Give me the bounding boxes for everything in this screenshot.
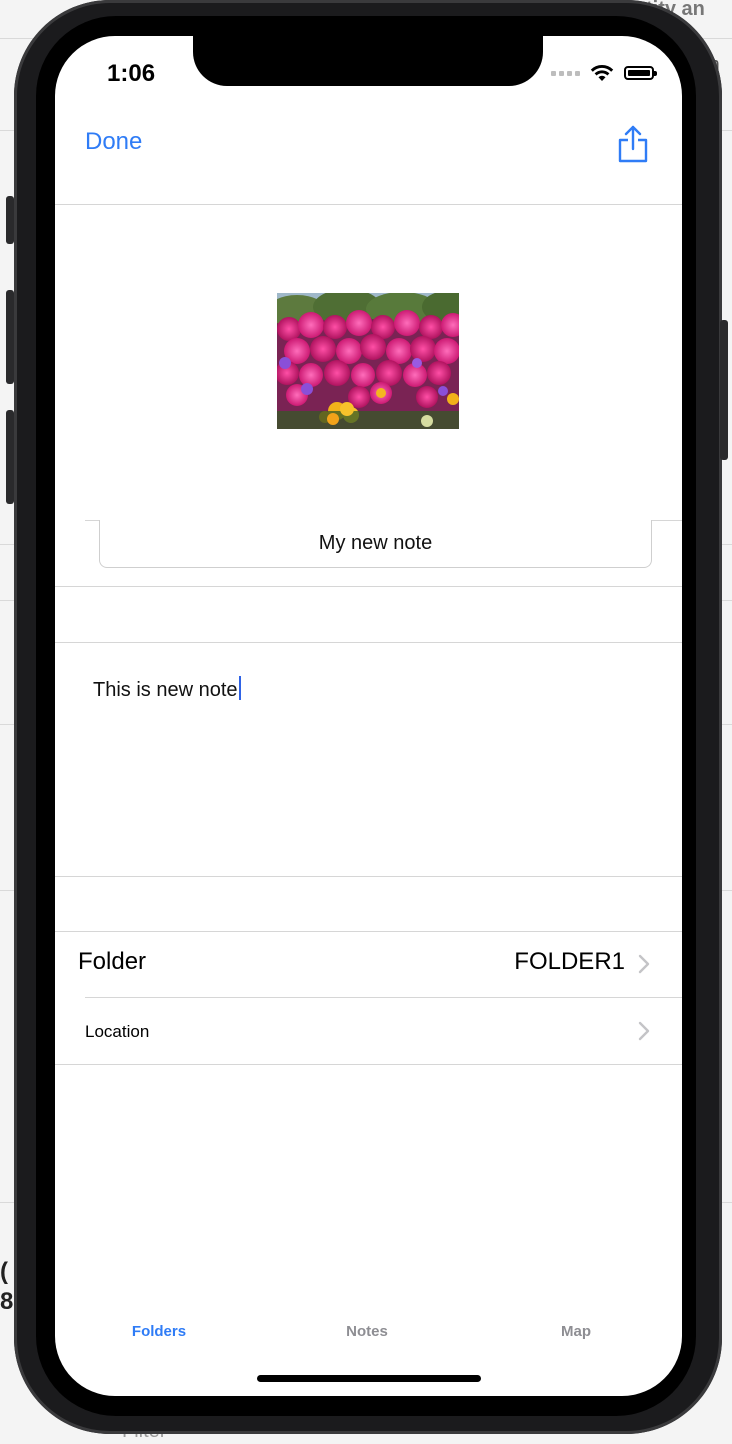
tab-map[interactable]: Map — [561, 1323, 591, 1340]
background-text: 8 — [0, 1288, 14, 1315]
done-button[interactable]: Done — [85, 128, 142, 156]
note-title-field[interactable]: My new note — [99, 520, 652, 568]
battery-icon — [624, 66, 657, 80]
tab-folders[interactable]: Folders — [132, 1323, 186, 1340]
volume-down-button — [6, 410, 14, 504]
volume-up-button — [6, 290, 14, 384]
mute-switch — [6, 196, 14, 244]
status-icons — [551, 64, 657, 82]
note-photo[interactable] — [277, 293, 459, 429]
chevron-right-icon — [638, 1021, 650, 1041]
section-separator — [55, 586, 682, 587]
background-text: ( — [0, 1258, 8, 1285]
status-time: 1:06 — [107, 60, 156, 87]
tab-notes[interactable]: Notes — [346, 1323, 388, 1340]
folder-label: Folder — [78, 948, 147, 975]
home-indicator[interactable] — [257, 1375, 481, 1382]
folder-row[interactable]: Folder FOLDER1 — [55, 932, 682, 996]
text-cursor — [238, 676, 241, 700]
folder-value: FOLDER1 — [514, 948, 625, 975]
cellular-signal-icon — [551, 70, 580, 76]
section-separator — [55, 642, 682, 643]
note-body-textview[interactable]: This is new note — [93, 676, 241, 702]
location-row[interactable]: Location — [55, 998, 682, 1064]
section-separator — [55, 876, 682, 877]
nav-separator — [55, 204, 682, 205]
device-screen: 1:06 Done My new note This is new note F… — [55, 36, 682, 1396]
flower-photo-image — [277, 293, 459, 429]
row-separator — [55, 1064, 682, 1065]
notch — [193, 36, 543, 86]
power-button — [720, 320, 728, 460]
wifi-icon — [590, 64, 614, 81]
note-body-text: This is new note — [93, 679, 238, 701]
chevron-right-icon — [638, 954, 650, 974]
location-label: Location — [85, 1022, 150, 1041]
share-icon[interactable] — [616, 124, 650, 164]
